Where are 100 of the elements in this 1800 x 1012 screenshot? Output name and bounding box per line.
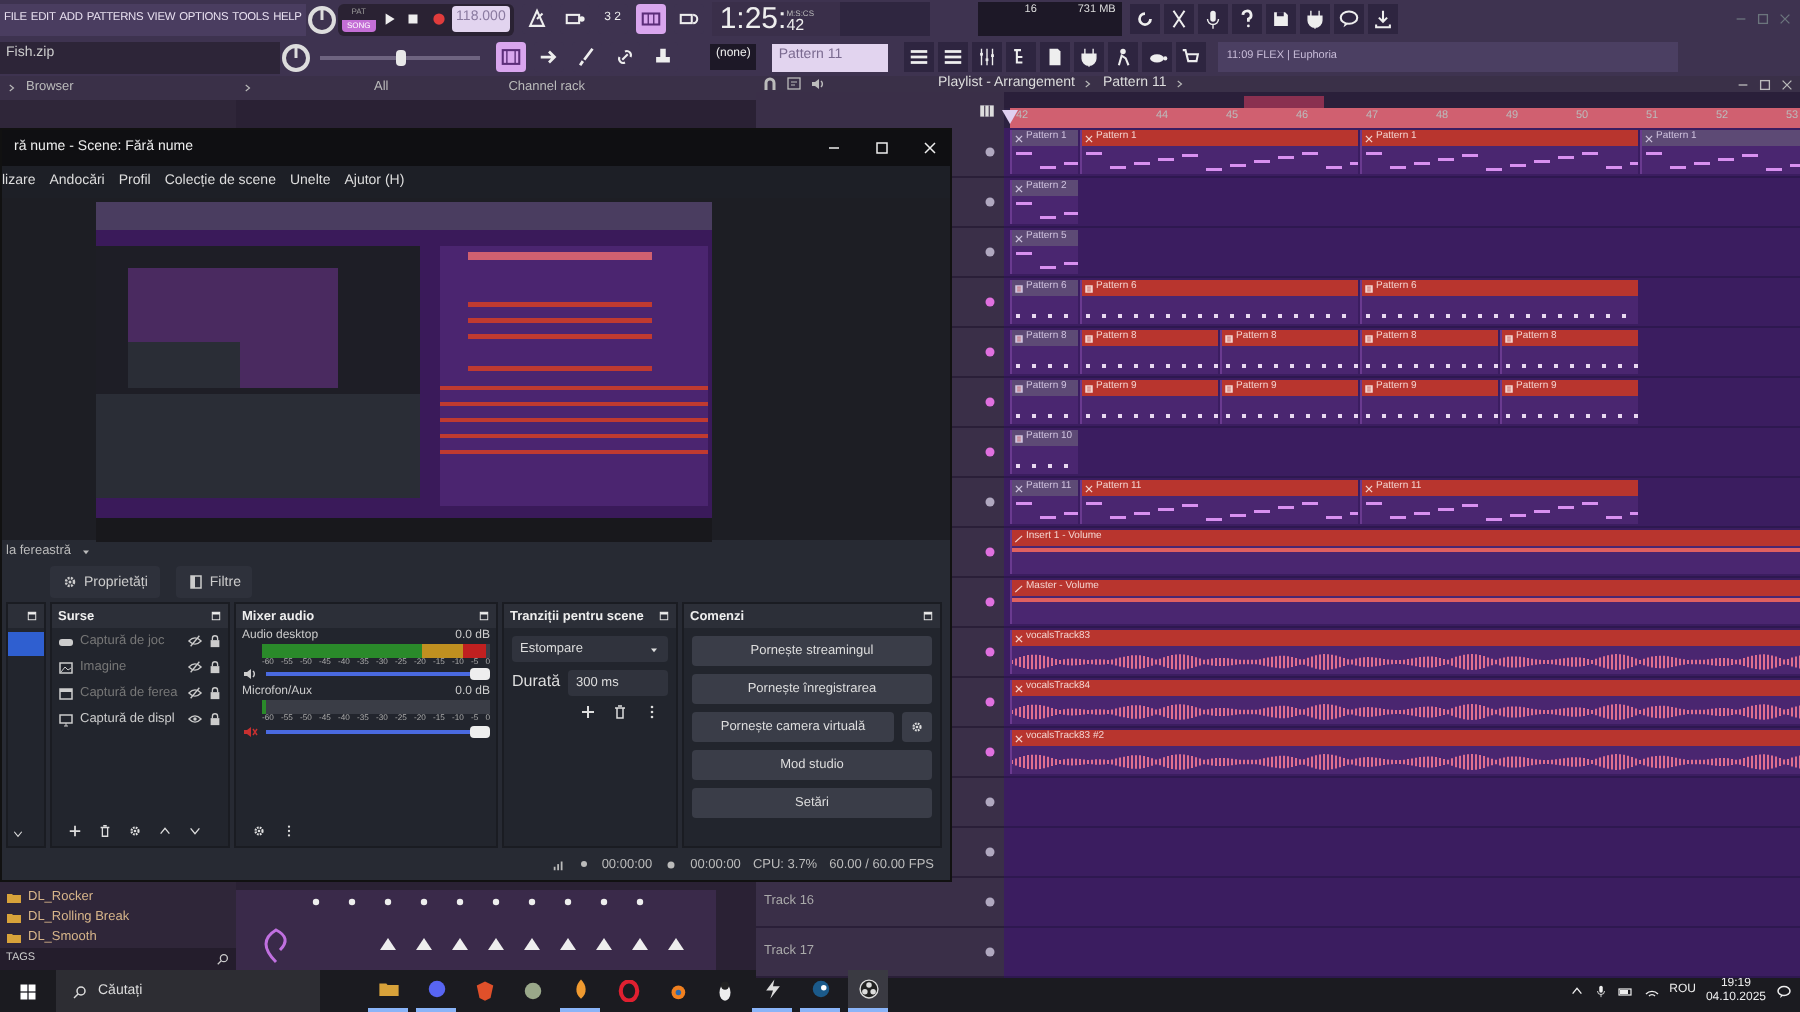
undock-icon[interactable] [26, 610, 38, 623]
save-icon [1269, 8, 1292, 30]
track-led-icon[interactable] [984, 796, 996, 808]
chevron-icon [1082, 78, 1095, 90]
clip-icon [1014, 433, 1024, 443]
notes-drawing [1012, 196, 1078, 224]
speaker-icon[interactable] [242, 666, 258, 683]
caret-icon [648, 643, 660, 656]
track-led-icon[interactable] [984, 346, 996, 358]
track-led-icon[interactable] [984, 446, 996, 458]
clip-icon [1224, 333, 1234, 343]
track-led-icon[interactable] [984, 296, 996, 308]
microphone-icon[interactable] [1593, 984, 1608, 998]
save-button[interactable] [1265, 4, 1296, 34]
document-button[interactable] [1040, 42, 1071, 72]
down-icon[interactable] [188, 824, 202, 839]
track-led-icon[interactable] [984, 946, 996, 958]
loop-icon [677, 8, 700, 30]
settings-button[interactable] [902, 712, 932, 743]
lock-icon[interactable] [208, 712, 222, 727]
scene-item[interactable] [8, 632, 44, 657]
settings-icon[interactable] [252, 824, 266, 839]
eye-off-icon[interactable] [188, 686, 202, 701]
track-led-icon[interactable] [984, 546, 996, 558]
maximize-icon[interactable] [1758, 77, 1772, 91]
trash-icon[interactable] [612, 704, 628, 721]
clip-icon [1014, 133, 1024, 143]
plug-icon [1303, 8, 1326, 30]
track-led-icon[interactable] [984, 196, 996, 208]
speaker-icon[interactable] [810, 76, 826, 92]
chat-button[interactable] [1333, 4, 1364, 34]
note-icon[interactable] [786, 76, 802, 92]
download-button[interactable] [1367, 4, 1398, 34]
trash-icon[interactable] [98, 824, 112, 839]
notification-icon[interactable] [1776, 983, 1792, 999]
track-led-icon[interactable] [984, 396, 996, 408]
chat-icon [1337, 8, 1360, 30]
mixer-button[interactable] [972, 42, 1003, 72]
close-icon[interactable] [1780, 77, 1794, 91]
chevron-icon[interactable] [6, 82, 18, 94]
down-icon[interactable] [12, 828, 24, 841]
undock-icon[interactable] [658, 610, 670, 623]
plug-button[interactable] [1074, 42, 1105, 72]
track-led-icon[interactable] [984, 746, 996, 758]
plug-button[interactable] [1299, 4, 1330, 34]
eye-off-icon[interactable] [188, 660, 202, 675]
track-led-icon[interactable] [984, 596, 996, 608]
track-led-icon[interactable] [984, 646, 996, 658]
microphone-button[interactable] [1197, 4, 1228, 34]
magnet-icon[interactable] [762, 76, 778, 92]
track-led-icon[interactable] [984, 146, 996, 158]
lock-icon[interactable] [208, 686, 222, 701]
play-icon [380, 10, 399, 28]
up-icon[interactable] [158, 824, 172, 839]
clip-icon [1504, 383, 1514, 393]
search-icon[interactable] [216, 952, 230, 966]
list-button[interactable] [938, 42, 969, 72]
monitor-icon [58, 711, 74, 728]
undock-icon[interactable] [922, 610, 934, 623]
undock-icon[interactable] [210, 610, 222, 623]
track-led-icon[interactable] [984, 696, 996, 708]
track-led-icon[interactable] [984, 846, 996, 858]
field-label: Durată [512, 674, 561, 693]
caret-icon[interactable] [79, 545, 92, 558]
clip-icon [1084, 133, 1094, 143]
grid-toggle[interactable] [496, 42, 526, 72]
playlist-button[interactable] [904, 42, 935, 72]
piano-icon[interactable] [978, 101, 996, 119]
eye-off-icon[interactable] [188, 634, 202, 649]
pitch-slider[interactable] [320, 47, 480, 67]
more-icon[interactable] [282, 824, 296, 839]
lock-icon[interactable] [208, 660, 222, 675]
help-button[interactable] [1231, 4, 1262, 34]
person-button[interactable] [1108, 42, 1139, 72]
cut-button[interactable] [1163, 4, 1194, 34]
volume-slider[interactable] [266, 723, 490, 740]
image-icon [58, 659, 74, 676]
undock-icon[interactable] [478, 610, 490, 623]
track-led-icon[interactable] [984, 246, 996, 258]
muted-speaker-icon[interactable] [242, 723, 258, 740]
settings-icon[interactable] [128, 824, 142, 839]
taskbar-button[interactable] [848, 970, 888, 1012]
lock-icon[interactable] [208, 634, 222, 649]
keyboard-toggle[interactable] [635, 4, 666, 34]
cart-button[interactable] [1176, 42, 1207, 72]
grid-icon [500, 46, 522, 68]
knob-icon[interactable] [280, 41, 312, 73]
add-icon[interactable] [580, 704, 596, 721]
add-icon[interactable] [68, 824, 82, 839]
knob-icon[interactable] [305, 3, 338, 35]
battery-icon[interactable] [1617, 983, 1634, 999]
track-led-icon[interactable] [984, 496, 996, 508]
plug-icon [1078, 46, 1101, 68]
track-led-icon[interactable] [984, 896, 996, 908]
chevron-up-icon[interactable] [1569, 984, 1584, 998]
volume-slider[interactable] [266, 666, 490, 683]
refresh-button[interactable] [1129, 4, 1160, 34]
clip-icon [1014, 333, 1024, 343]
eye-icon[interactable] [188, 712, 202, 727]
chevron-icon[interactable] [242, 82, 254, 94]
